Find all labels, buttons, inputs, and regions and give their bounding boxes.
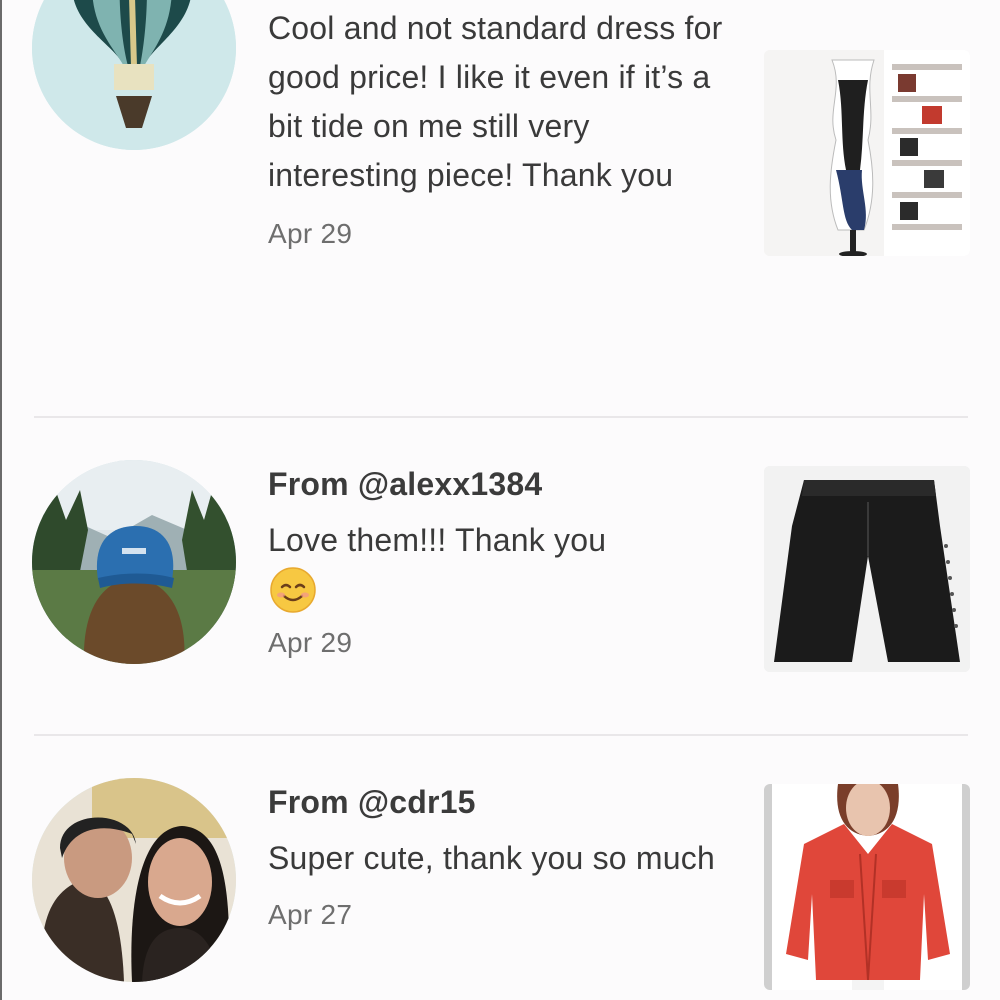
smiling-face-emoji-icon [268,565,318,615]
review-author[interactable]: From @cdr15 [268,778,728,826]
hot-air-balloon-avatar[interactable] [32,0,236,150]
divider [34,416,968,418]
emoji-row [268,565,728,617]
red-denim-jacket-thumbnail[interactable] [764,784,970,990]
review-date: Apr 27 [268,899,353,930]
review-comment: Love them!!! Thank you [268,516,728,565]
left-edge-line [0,0,2,1000]
review-comment: Cool and not standard dress for good pri… [268,10,723,193]
couple-selfie-avatar[interactable] [32,778,236,982]
divider [34,734,968,736]
person-blue-cap-mountains-avatar[interactable] [32,460,236,664]
review-date: Apr 29 [268,218,353,249]
review-text: Cool and not standard dress for good pri… [268,4,728,254]
review-author[interactable]: From @alexx1384 [268,460,728,508]
review-text: From @alexx1384 Love them!!! Thank you A… [268,460,728,663]
review-text: From @cdr15 Super cute, thank you so muc… [268,778,728,935]
review-comment: Super cute, thank you so much [268,840,715,876]
black-jeans-thumbnail[interactable] [764,466,970,672]
review-comment-text: Love them!!! Thank you [268,522,607,558]
dress-on-mannequin-thumbnail[interactable] [764,50,970,256]
review-date: Apr 29 [268,627,353,658]
